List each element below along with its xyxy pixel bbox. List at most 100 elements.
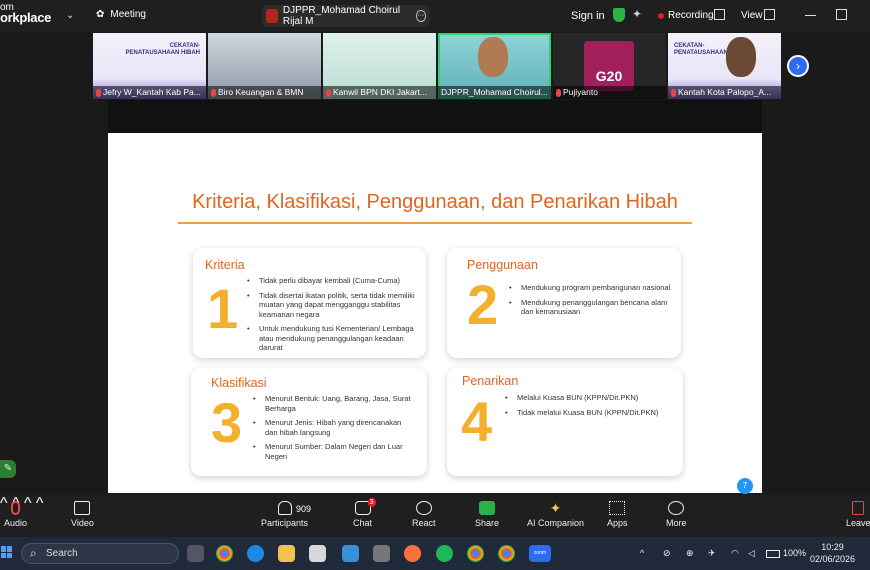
chrome-icon[interactable] [216,545,233,562]
participant-count: 909 [296,504,312,514]
tray-app-icon[interactable]: ⊘ [663,548,671,559]
app-icon[interactable] [309,545,326,562]
window-title: DJPPR_Mohamad Choirul Rijal M [282,5,401,27]
meeting-label: Meeting [110,9,146,20]
list-item: Menurut Sumber: Dalam Negeri dan Luar Ne… [253,442,415,461]
list-item: Tidak perlu dibayar kembali (Cuma-Cuma) [247,276,419,286]
audio-label: Audio [4,518,28,528]
windows-taskbar: Search zoom ^ ⊘ ⊕ ✈ ◠ ◁ 100% 10:29 02/06… [0,537,870,570]
share-screen-icon [479,501,496,515]
apps-button[interactable]: Apps [607,501,628,528]
title-bar: om orkplace ⌄ ✿ Meeting DJPPR_Mohamad Ch… [0,0,870,32]
notepad-icon[interactable] [342,545,359,562]
more-button[interactable]: More [666,501,687,528]
participant-tile[interactable]: CEKATAN- PENATAUSAHAAN HIBAH Jefry W_Kant… [93,33,206,99]
slide-title: Kriteria, Klasifikasi, Penggunaan, dan P… [192,191,678,213]
chat-options-caret-icon[interactable]: ^ [36,495,44,512]
leave-label: Leave [846,518,870,528]
participant-tile[interactable]: Biro Keuangan & BMN [208,33,321,99]
chat-button[interactable]: 3 Chat [353,498,376,528]
list-item: Tidak disertai ikatan politik, serta tid… [247,291,419,320]
paw-icon: ✿ [96,9,105,20]
shield-icon[interactable] [613,8,625,22]
chevron-down-icon[interactable]: ⌄ [66,10,74,21]
leave-button[interactable]: Leave [846,501,870,528]
participant-tile[interactable]: CEKATAN- PENATAUSAHAAN HIBAH Kantah Kota … [668,33,781,99]
card-list: Tidak perlu dibayar kembali (Cuma-Cuma) … [247,276,419,358]
chat-unread-badge: 3 [367,498,376,507]
participant-name-text: Kantah Kota Palopo_A... [678,87,772,97]
tray-app-3-icon[interactable]: ✈ [708,548,716,559]
more-label: More [666,518,687,528]
card-list: Menurut Bentuk: Uang, Barang, Jasa, Sura… [253,394,415,466]
list-item: Menurut Bentuk: Uang, Barang, Jasa, Sura… [253,394,415,413]
share-button[interactable]: Share [475,501,499,528]
battery-icon[interactable] [766,550,780,558]
taskbar-clock[interactable]: 10:29 02/06/2026 [810,541,855,565]
card-number: 3 [211,391,243,454]
sparkle-icon[interactable]: ✦ [632,7,642,21]
participant-strip: CEKATAN- PENATAUSAHAAN HIBAH Jefry W_Kant… [93,33,783,99]
grid-icon[interactable] [714,9,725,20]
participant-name: Kanwil BPN DKI Jakart... [323,86,436,99]
mic-off-icon [326,88,331,97]
chrome-profile-icon[interactable] [467,545,484,562]
edge-icon[interactable] [247,545,264,562]
participant-name-text: Pujiyanto [563,87,598,97]
minimize-icon[interactable] [805,15,816,16]
leave-icon [852,501,865,515]
participant-name: Jefry W_Kantah Kab Pa... [93,86,206,99]
calculator-icon[interactable] [373,545,390,562]
chrome-profile-2-icon[interactable] [498,545,515,562]
meeting-title-pill[interactable]: DJPPR_Mohamad Choirul Rijal M ··· [262,5,430,27]
wifi-icon[interactable]: ◠ [731,548,739,559]
restore-icon[interactable] [836,9,847,20]
firefox-icon[interactable] [404,545,421,562]
heart-icon [415,501,432,515]
card-heading: Kriteria [205,258,245,272]
participant-name: Biro Keuangan & BMN [208,86,321,99]
ai-companion-button[interactable]: ✦ AI Companion [527,501,584,528]
taskbar-search[interactable]: Search [21,543,179,564]
more-icon[interactable]: ··· [415,10,426,22]
list-item: Tidak melalui Kuasa BUN (KPPN/Dit.PKN) [505,408,675,418]
card-kriteria: Kriteria 1 Tidak perlu dibayar kembali (… [193,248,426,358]
tray-overflow-icon[interactable]: ^ [640,548,644,558]
participant-name-text: Biro Keuangan & BMN [218,87,304,97]
video-button[interactable]: Video [71,501,94,528]
sign-in-button[interactable]: Sign in [571,10,605,22]
meeting-menu[interactable]: ✿ Meeting [96,9,146,20]
view-button[interactable]: View [741,10,763,21]
participant-tile-active-speaker[interactable]: DJPPR_Mohamad Choirul... [438,33,551,99]
audio-button[interactable]: Audio [4,501,27,528]
card-number: 2 [467,273,499,336]
participant-face [726,37,756,77]
video-camera-icon [74,501,91,515]
tile-slide-text: CEKATAN- PENATAUSAHAAN HIBAH [125,43,200,56]
list-item: Menurut Jenis: Hibah yang direncanakan d… [253,418,415,437]
list-item: Mendukung program pembangunan nasional [509,283,671,293]
card-heading: Klasifikasi [211,376,267,390]
spotify-icon[interactable] [436,545,453,562]
g20-logo: G20 [584,41,634,91]
task-view-icon[interactable] [187,545,204,562]
mic-off-icon [211,88,216,97]
tray-app-2-icon[interactable]: ⊕ [686,548,694,559]
next-page-button[interactable]: › [787,55,809,77]
annotate-pencil-icon[interactable]: ✎ [0,460,16,478]
windows-start-icon[interactable] [1,546,13,558]
react-button[interactable]: React [412,501,436,528]
mic-off-icon [671,88,676,97]
view-grid-icon[interactable] [764,9,775,20]
recording-indicator[interactable]: Recording [658,10,714,21]
participant-face [478,37,508,77]
file-explorer-icon[interactable] [278,545,295,562]
video-label: Video [71,518,94,528]
participants-label: Participants [261,518,309,528]
participant-tile[interactable]: Kanwil BPN DKI Jakart... [323,33,436,99]
volume-icon[interactable]: ◁ [748,548,755,559]
meeting-controls: Audio ^ Video ^ Participants 909 ^ 3 Cha… [0,495,870,537]
participant-tile[interactable]: G20 Pujiyanto [553,33,666,99]
zoom-taskbar-icon[interactable]: zoom [529,545,551,562]
record-dot-icon [658,12,664,19]
